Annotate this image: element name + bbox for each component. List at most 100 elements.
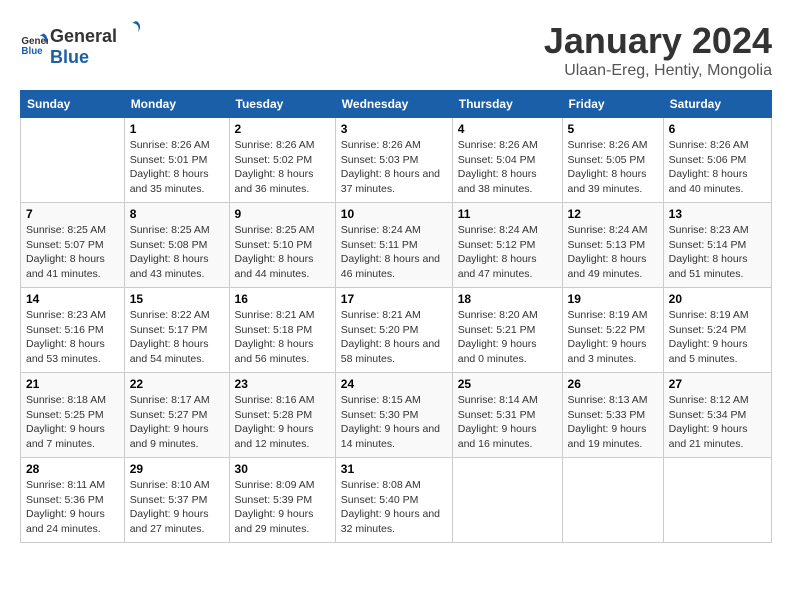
date-number: 29 [130, 462, 224, 476]
calendar-cell: 7Sunrise: 8:25 AMSunset: 5:07 PMDaylight… [21, 203, 125, 288]
cell-sun-info: Sunrise: 8:26 AMSunset: 5:01 PMDaylight:… [130, 138, 224, 197]
calendar-cell: 2 Sunrise: 8:26 AMSunset: 5:02 PMDaylight… [229, 118, 335, 203]
calendar-cell: 16Sunrise: 8:21 AMSunset: 5:18 PMDayligh… [229, 288, 335, 373]
cell-sun-info: Sunrise: 8:22 AMSunset: 5:17 PMDaylight:… [130, 308, 224, 367]
calendar-week-row: 21 Sunrise: 8:18 AMSunset: 5:25 PMDayligh… [21, 373, 772, 458]
calendar-cell: 5Sunrise: 8:26 AMSunset: 5:05 PMDaylight… [562, 118, 663, 203]
date-number: 31 [341, 462, 447, 476]
calendar-cell: 28 Sunrise: 8:11 AMSunset: 5:36 PMDayligh… [21, 458, 125, 543]
date-number: 24 [341, 377, 447, 391]
date-number: 26 [568, 377, 658, 391]
svg-text:Blue: Blue [21, 46, 43, 57]
calendar-cell [663, 458, 771, 543]
date-number: 19 [568, 292, 658, 306]
calendar-cell: 14 Sunrise: 8:23 AMSunset: 5:16 PMDayligh… [21, 288, 125, 373]
cell-sun-info: Sunrise: 8:18 AMSunset: 5:25 PMDaylight:… [26, 393, 119, 452]
date-number: 15 [130, 292, 224, 306]
logo-general-text: General [50, 26, 117, 47]
header-sunday: Sunday [21, 91, 125, 118]
calendar-week-row: 28 Sunrise: 8:11 AMSunset: 5:36 PMDayligh… [21, 458, 772, 543]
calendar-cell: 6 Sunrise: 8:26 AMSunset: 5:06 PMDaylight… [663, 118, 771, 203]
header-friday: Friday [562, 91, 663, 118]
cell-sun-info: Sunrise: 8:25 AMSunset: 5:10 PMDaylight:… [235, 223, 330, 282]
date-number: 8 [130, 207, 224, 221]
cell-sun-info: Sunrise: 8:21 AMSunset: 5:20 PMDaylight:… [341, 308, 447, 367]
date-number: 10 [341, 207, 447, 221]
header-monday: Monday [124, 91, 229, 118]
calendar-cell: 17 Sunrise: 8:21 AMSunset: 5:20 PMDayligh… [335, 288, 452, 373]
cell-sun-info: Sunrise: 8:25 AMSunset: 5:07 PMDaylight:… [26, 223, 119, 282]
cell-sun-info: Sunrise: 8:14 AMSunset: 5:31 PMDaylight:… [458, 393, 557, 452]
cell-sun-info: Sunrise: 8:19 AMSunset: 5:22 PMDaylight:… [568, 308, 658, 367]
date-number: 16 [235, 292, 330, 306]
date-number: 1 [130, 122, 224, 136]
calendar-cell: 25 Sunrise: 8:14 AMSunset: 5:31 PMDayligh… [452, 373, 562, 458]
calendar-week-row: 14 Sunrise: 8:23 AMSunset: 5:16 PMDayligh… [21, 288, 772, 373]
date-number: 13 [669, 207, 766, 221]
calendar-week-row: 1 Sunrise: 8:26 AMSunset: 5:01 PMDaylight… [21, 118, 772, 203]
calendar-cell: 12 Sunrise: 8:24 AMSunset: 5:13 PMDayligh… [562, 203, 663, 288]
cell-sun-info: Sunrise: 8:24 AMSunset: 5:12 PMDaylight:… [458, 223, 557, 282]
date-number: 28 [26, 462, 119, 476]
calendar-cell: 20Sunrise: 8:19 AMSunset: 5:24 PMDayligh… [663, 288, 771, 373]
logo: General Blue General Blue [20, 20, 141, 68]
calendar-cell: 3 Sunrise: 8:26 AMSunset: 5:03 PMDaylight… [335, 118, 452, 203]
cell-sun-info: Sunrise: 8:13 AMSunset: 5:33 PMDaylight:… [568, 393, 658, 452]
date-number: 4 [458, 122, 557, 136]
header-tuesday: Tuesday [229, 91, 335, 118]
calendar-cell: 9 Sunrise: 8:25 AMSunset: 5:10 PMDaylight… [229, 203, 335, 288]
date-number: 25 [458, 377, 557, 391]
date-number: 20 [669, 292, 766, 306]
calendar-cell [452, 458, 562, 543]
date-number: 22 [130, 377, 224, 391]
logo-blue-text: Blue [50, 47, 89, 67]
cell-sun-info: Sunrise: 8:11 AMSunset: 5:36 PMDaylight:… [26, 478, 119, 537]
date-number: 2 [235, 122, 330, 136]
calendar-table: Sunday Monday Tuesday Wednesday Thursday… [20, 90, 772, 543]
cell-sun-info: Sunrise: 8:16 AMSunset: 5:28 PMDaylight:… [235, 393, 330, 452]
date-number: 17 [341, 292, 447, 306]
calendar-cell: 26 Sunrise: 8:13 AMSunset: 5:33 PMDayligh… [562, 373, 663, 458]
date-number: 3 [341, 122, 447, 136]
month-year-title: January 2024 [544, 20, 772, 62]
title-block: January 2024 Ulaan-Ereg, Hentiy, Mongoli… [544, 20, 772, 80]
date-number: 14 [26, 292, 119, 306]
calendar-cell: 29 Sunrise: 8:10 AMSunset: 5:37 PMDayligh… [124, 458, 229, 543]
header-saturday: Saturday [663, 91, 771, 118]
cell-sun-info: Sunrise: 8:26 AMSunset: 5:03 PMDaylight:… [341, 138, 447, 197]
date-number: 18 [458, 292, 557, 306]
cell-sun-info: Sunrise: 8:20 AMSunset: 5:21 PMDaylight:… [458, 308, 557, 367]
date-number: 23 [235, 377, 330, 391]
calendar-cell: 4 Sunrise: 8:26 AMSunset: 5:04 PMDaylight… [452, 118, 562, 203]
cell-sun-info: Sunrise: 8:15 AMSunset: 5:30 PMDaylight:… [341, 393, 447, 452]
calendar-week-row: 7Sunrise: 8:25 AMSunset: 5:07 PMDaylight… [21, 203, 772, 288]
calendar-cell: 19 Sunrise: 8:19 AMSunset: 5:22 PMDayligh… [562, 288, 663, 373]
cell-sun-info: Sunrise: 8:17 AMSunset: 5:27 PMDaylight:… [130, 393, 224, 452]
calendar-cell: 22 Sunrise: 8:17 AMSunset: 5:27 PMDayligh… [124, 373, 229, 458]
calendar-cell: 8Sunrise: 8:25 AMSunset: 5:08 PMDaylight… [124, 203, 229, 288]
cell-sun-info: Sunrise: 8:12 AMSunset: 5:34 PMDaylight:… [669, 393, 766, 452]
cell-sun-info: Sunrise: 8:10 AMSunset: 5:37 PMDaylight:… [130, 478, 224, 537]
cell-sun-info: Sunrise: 8:23 AMSunset: 5:16 PMDaylight:… [26, 308, 119, 367]
location-subtitle: Ulaan-Ereg, Hentiy, Mongolia [544, 62, 772, 80]
calendar-cell: 10 Sunrise: 8:24 AMSunset: 5:11 PMDayligh… [335, 203, 452, 288]
calendar-cell: 27Sunrise: 8:12 AMSunset: 5:34 PMDayligh… [663, 373, 771, 458]
cell-sun-info: Sunrise: 8:24 AMSunset: 5:11 PMDaylight:… [341, 223, 447, 282]
calendar-cell: 30Sunrise: 8:09 AMSunset: 5:39 PMDayligh… [229, 458, 335, 543]
header-wednesday: Wednesday [335, 91, 452, 118]
cell-sun-info: Sunrise: 8:26 AMSunset: 5:04 PMDaylight:… [458, 138, 557, 197]
calendar-cell: 13Sunrise: 8:23 AMSunset: 5:14 PMDayligh… [663, 203, 771, 288]
cell-sun-info: Sunrise: 8:26 AMSunset: 5:02 PMDaylight:… [235, 138, 330, 197]
calendar-cell: 18 Sunrise: 8:20 AMSunset: 5:21 PMDayligh… [452, 288, 562, 373]
date-number: 12 [568, 207, 658, 221]
cell-sun-info: Sunrise: 8:26 AMSunset: 5:06 PMDaylight:… [669, 138, 766, 197]
date-number: 9 [235, 207, 330, 221]
cell-sun-info: Sunrise: 8:08 AMSunset: 5:40 PMDaylight:… [341, 478, 447, 537]
calendar-cell: 11 Sunrise: 8:24 AMSunset: 5:12 PMDayligh… [452, 203, 562, 288]
date-number: 11 [458, 207, 557, 221]
calendar-cell: 15 Sunrise: 8:22 AMSunset: 5:17 PMDayligh… [124, 288, 229, 373]
calendar-cell: 31 Sunrise: 8:08 AMSunset: 5:40 PMDayligh… [335, 458, 452, 543]
date-number: 21 [26, 377, 119, 391]
date-number: 6 [669, 122, 766, 136]
cell-sun-info: Sunrise: 8:24 AMSunset: 5:13 PMDaylight:… [568, 223, 658, 282]
